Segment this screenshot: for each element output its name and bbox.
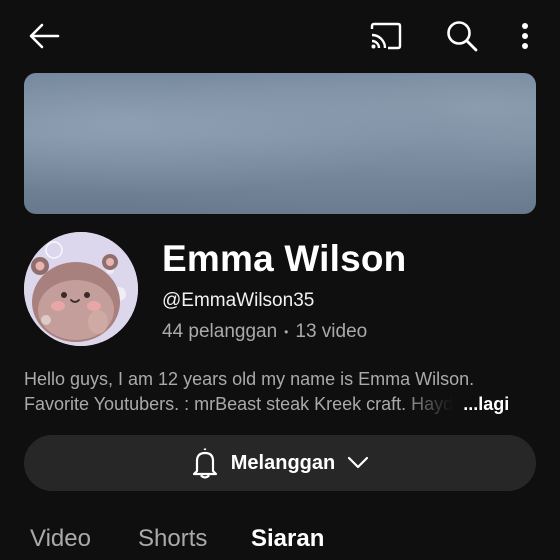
tab-siaran[interactable]: Siaran [251,525,324,553]
more-options-button[interactable] [510,16,540,56]
top-app-bar [0,0,560,72]
subscribe-button[interactable]: Melanggan [24,435,536,491]
cast-icon [370,22,402,50]
more-link[interactable]: ...lagi [463,392,509,417]
channel-name: Emma Wilson [162,238,407,279]
search-icon [447,21,478,52]
more-vertical-icon [522,23,528,49]
channel-avatar[interactable] [24,232,138,346]
channel-handle: @EmmaWilson35 [162,290,315,311]
channel-description[interactable]: Hello guys, I am 12 years old my name is… [24,367,536,417]
back-button[interactable] [22,18,66,54]
video-count: 13 video [295,321,368,342]
channel-stats: 44 pelanggan • 13 video [162,321,367,343]
channel-banner [24,73,536,214]
bell-icon [192,448,217,479]
channel-tabs: Video Shorts Siaran [0,522,560,560]
description-line-1: Hello guys, I am 12 years old my name is… [24,369,475,389]
arrow-left-icon [29,23,60,49]
description-line-2-text: Favorite Youtubers. : mrBeast steak Kree… [24,394,454,414]
subscriber-count: 44 pelanggan [162,321,278,342]
stats-separator: • [284,325,289,339]
cast-button[interactable] [364,18,408,54]
description-line-2: Favorite Youtubers. : mrBeast steak Kree… [24,392,536,417]
bear-avatar-image [24,232,138,346]
subscribe-label: Melanggan [230,451,336,474]
search-button[interactable] [440,16,484,56]
chevron-down-icon [348,456,369,469]
tab-video[interactable]: Video [30,525,91,553]
tab-shorts[interactable]: Shorts [138,525,207,553]
